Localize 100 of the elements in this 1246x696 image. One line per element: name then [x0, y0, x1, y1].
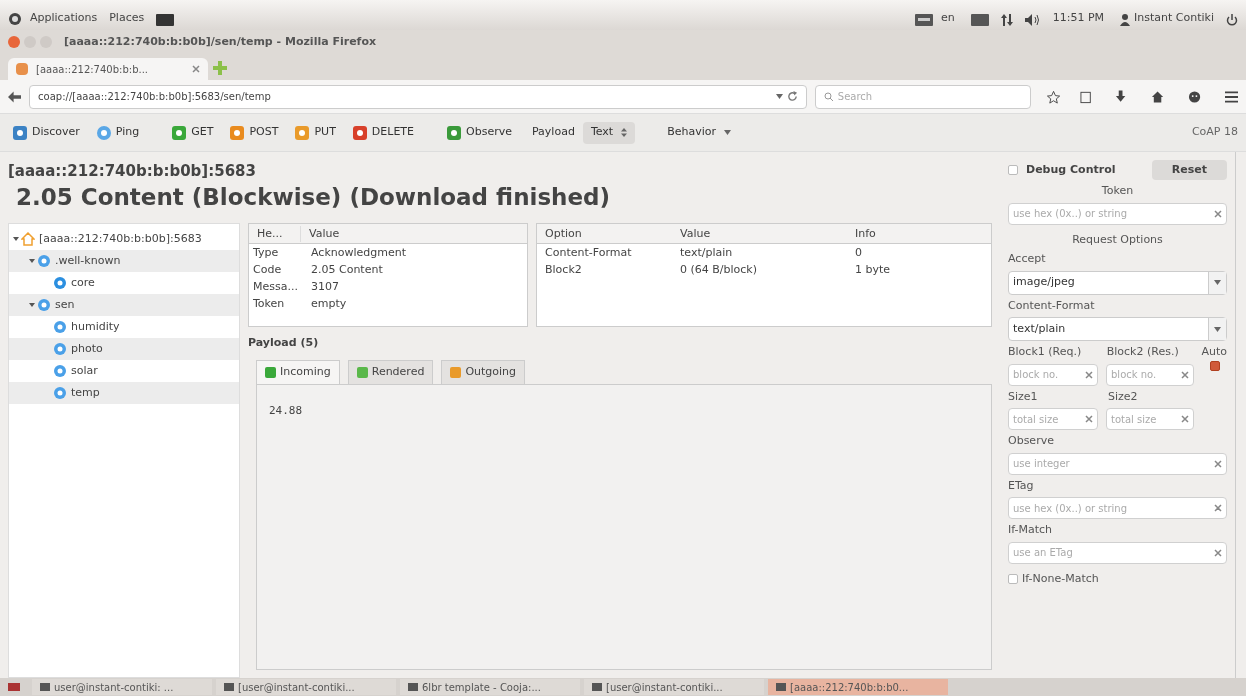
clear-icon[interactable]	[192, 65, 200, 73]
format-dropdown[interactable]: Text	[582, 121, 636, 144]
checkbox[interactable]	[1210, 361, 1220, 372]
clear-icon[interactable]	[1181, 370, 1189, 379]
power-icon[interactable]	[1226, 14, 1238, 26]
home-icon	[21, 232, 35, 247]
menu-item[interactable]: Applications	[30, 9, 98, 26]
tree-item[interactable]: temp	[9, 382, 239, 405]
checkbox[interactable]	[1008, 573, 1018, 584]
payload-tab[interactable]: Incoming	[256, 359, 340, 384]
keyboard-icon[interactable]	[914, 14, 933, 26]
star-icon[interactable]	[1047, 89, 1061, 104]
field-label: Block2 (Res.)	[1106, 344, 1180, 360]
network-icon[interactable]	[1000, 14, 1013, 26]
table-cell-text: Messa...	[252, 279, 299, 296]
expander-icon[interactable]	[13, 236, 19, 243]
stepper-icon	[621, 128, 628, 137]
table-cell-text: Code	[252, 262, 283, 279]
table-cell-text: Content-Format	[544, 245, 633, 262]
field-label: Size1	[1008, 388, 1039, 405]
expander-icon[interactable]	[29, 258, 35, 265]
taskbar-item[interactable]: user@instant-contiki: ...	[32, 679, 212, 695]
behavior-menu[interactable]: Behavior	[659, 124, 739, 141]
caret-icon	[1214, 280, 1221, 285]
toolbar-button[interactable]: Discover	[8, 120, 84, 145]
field-label: ETag	[1008, 477, 1035, 494]
smiley-icon[interactable]	[1187, 89, 1201, 104]
tree-item[interactable]: sen	[9, 294, 239, 317]
clear-icon[interactable]	[1181, 415, 1189, 423]
tab-icon	[356, 366, 368, 378]
toolbar-button[interactable]: Observe	[442, 120, 516, 145]
table-cell-text: Token	[252, 296, 286, 313]
clear-icon[interactable]	[1085, 415, 1093, 423]
node-icon	[53, 342, 67, 357]
clear-icon[interactable]	[1214, 548, 1222, 557]
tree-item[interactable]: .well-known	[9, 250, 239, 273]
toolbar-button[interactable]: Ping	[91, 120, 144, 145]
dropdown[interactable]: text/plain	[1008, 317, 1227, 341]
clear-icon[interactable]	[1085, 370, 1093, 379]
node-icon	[53, 320, 67, 335]
taskbar-item[interactable]: 6lbr template - Cooja:...	[400, 679, 580, 695]
terminal-icon[interactable]	[156, 14, 175, 26]
clear-icon[interactable]	[1214, 459, 1222, 468]
clear-icon[interactable]	[1214, 504, 1222, 512]
download-icon[interactable]	[1115, 89, 1127, 104]
window-title: [aaaa::212:740b:b:b0b]/sen/temp - Mozilla Firefox	[64, 33, 377, 50]
taskbar-item[interactable]: [user@instant-contiki...	[216, 679, 396, 695]
column-header[interactable]: Info	[847, 225, 884, 242]
field-label: Auto	[1201, 344, 1227, 360]
field-label: Token	[1100, 183, 1135, 199]
column-header[interactable]: He...	[249, 225, 301, 242]
expander-icon[interactable]	[29, 302, 35, 309]
toolbar-button[interactable]: GET	[167, 120, 218, 145]
table-cell-text: 0	[854, 245, 863, 262]
field-label: Observe	[1008, 433, 1055, 449]
browser-tab[interactable]: [aaaa::212:740b:b:b...	[8, 58, 208, 80]
logo-icon[interactable]	[8, 12, 22, 26]
square-icon	[294, 124, 311, 141]
toolbar-button[interactable]: POST	[225, 120, 283, 145]
toolbar-button[interactable]: DELETE	[347, 120, 419, 145]
payload-label: Payload	[532, 124, 575, 141]
tree-item[interactable]: photo	[9, 338, 239, 361]
field-label: If-None-Match	[1022, 570, 1099, 587]
status-heading: 2.05 Content (Blockwise) (Download finished)	[15, 182, 612, 212]
field-label: Block1 (Req.)	[1008, 344, 1083, 360]
caret-icon	[724, 130, 731, 135]
menu-item[interactable]: Places	[109, 9, 145, 26]
taskbar-item[interactable]: [user@instant-contiki...	[584, 679, 764, 695]
payload-tab[interactable]: Rendered	[347, 359, 434, 384]
node-icon	[53, 276, 67, 291]
node-icon	[37, 254, 51, 269]
tab-icon	[265, 366, 276, 378]
reload-icon[interactable]	[786, 91, 798, 102]
dropdown[interactable]: image/jpeg	[1008, 270, 1227, 295]
clock[interactable]: 11:51 PM	[1052, 9, 1105, 26]
home-icon[interactable]	[1150, 89, 1164, 104]
menu-icon[interactable]	[1224, 90, 1238, 103]
payload-tab[interactable]: Outgoing	[441, 359, 526, 384]
brand-label: CoAP 18	[1191, 124, 1238, 141]
search-icon	[823, 91, 834, 102]
node-icon	[37, 298, 51, 313]
taskbar-item[interactable]: [aaaa::212:740b:b:b0...	[768, 679, 948, 695]
checkbox-label: Debug Control	[1026, 161, 1116, 178]
volume-icon[interactable]	[1024, 14, 1041, 26]
field-label: Request Options	[1071, 231, 1164, 248]
toolbar-button[interactable]: PUT	[290, 120, 340, 145]
column-header[interactable]: Value	[672, 225, 847, 242]
reset-button[interactable]: Reset	[1151, 160, 1227, 180]
column-header[interactable]: Option	[537, 225, 672, 242]
clear-icon[interactable]	[1214, 209, 1222, 218]
field-label: If-Match	[1008, 522, 1054, 538]
table-cell-text: Block2	[544, 262, 583, 279]
square-icon	[229, 124, 246, 141]
column-header[interactable]: Value	[301, 225, 348, 242]
language-indicator[interactable]: en	[940, 9, 955, 26]
back-icon[interactable]	[8, 90, 22, 103]
table-cell-text: 3107	[310, 279, 340, 296]
url-field[interactable]: coap://[aaaa::212:740b:b:b0b]:5683/sen/temp	[29, 84, 807, 109]
checkbox[interactable]	[1008, 165, 1018, 175]
user-name[interactable]: Instant Contiki	[1134, 9, 1214, 26]
